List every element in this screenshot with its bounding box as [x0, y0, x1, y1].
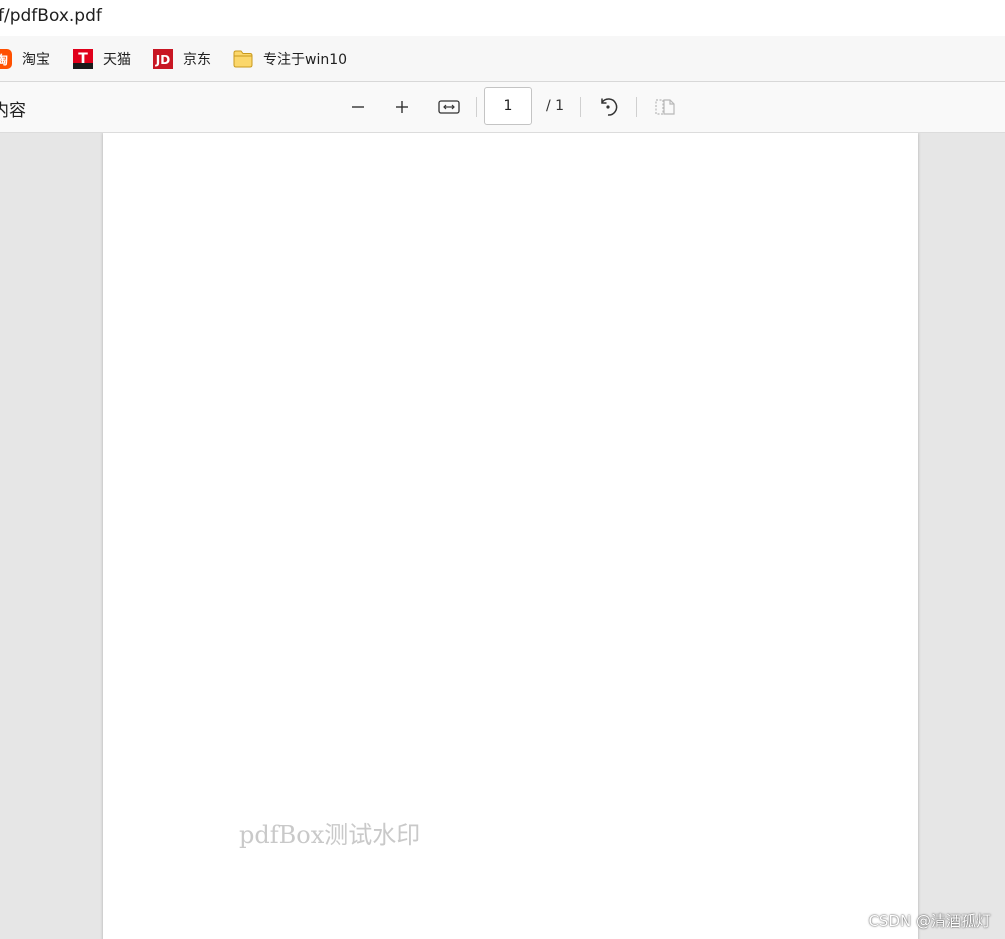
two-page-icon: [655, 99, 675, 115]
csdn-watermark: CSDN @清酒孤灯: [868, 912, 991, 930]
address-text[interactable]: f/pdfBox.pdf: [0, 6, 102, 26]
zoom-in-icon: [396, 101, 408, 113]
fit-width-icon: [438, 100, 460, 114]
tmall-icon: T: [73, 49, 93, 69]
taobao-icon: 淘: [0, 49, 12, 69]
pdf-toolbar: 内容 / 1: [0, 82, 1005, 133]
two-page-view-button[interactable]: [651, 93, 679, 121]
fit-width-button[interactable]: [435, 93, 463, 121]
page-number-input[interactable]: [484, 87, 532, 125]
outline-label[interactable]: 内容: [0, 96, 26, 121]
svg-text:T: T: [78, 51, 88, 67]
bookmark-folder-win10[interactable]: 专注于win10: [233, 47, 347, 71]
pdf-viewer[interactable]: pdfBox测试水印 CSDN @清酒孤灯: [0, 133, 1005, 939]
toolbar-separator: [580, 97, 581, 117]
rotate-button[interactable]: [594, 93, 622, 121]
svg-text:JD: JD: [155, 53, 170, 67]
bookmark-label: 淘宝: [22, 52, 50, 68]
bookmark-label: 京东: [183, 52, 211, 68]
pdf-page: pdfBox测试水印: [103, 133, 918, 939]
zoom-out-icon: [352, 106, 364, 108]
pdf-watermark: pdfBox测试水印: [239, 821, 421, 849]
bookmark-label: 专注于win10: [263, 52, 348, 68]
bookmark-tmall[interactable]: T 天猫: [73, 47, 131, 71]
zoom-out-button[interactable]: [344, 93, 372, 121]
page-total: / 1: [546, 98, 565, 114]
rotate-icon: [601, 98, 618, 116]
svg-text:淘: 淘: [0, 52, 8, 67]
bookmark-jd[interactable]: JD 京东: [153, 47, 211, 71]
address-bar[interactable]: f/pdfBox.pdf: [0, 0, 1005, 37]
bookmarks-bar: 淘 淘宝 T 天猫 JD 京东 专注于win10: [0, 36, 1005, 82]
jd-icon: JD: [153, 49, 173, 69]
folder-icon: [233, 50, 253, 68]
toolbar-separator: [636, 97, 637, 117]
bookmark-taobao[interactable]: 淘 淘宝: [0, 47, 50, 71]
bookmark-label: 天猫: [103, 52, 131, 68]
zoom-in-button[interactable]: [388, 93, 416, 121]
toolbar-separator: [476, 97, 477, 117]
